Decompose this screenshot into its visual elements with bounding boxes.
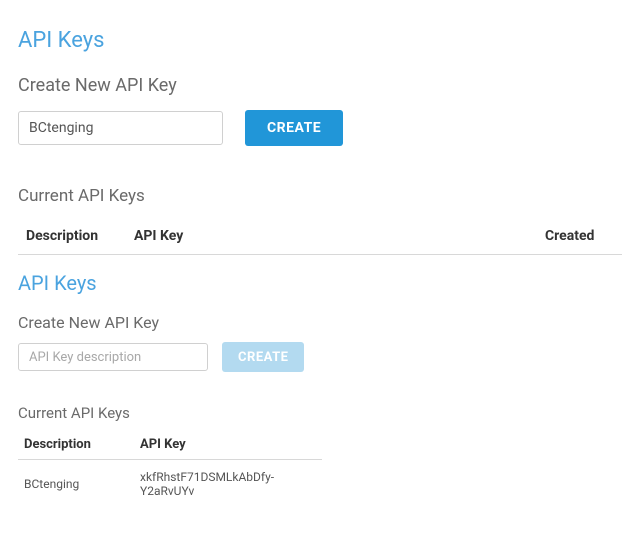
create-button[interactable]: CREATE: [222, 342, 304, 372]
create-api-key-form: CREATE: [18, 110, 622, 146]
col-description: Description: [18, 218, 126, 255]
api-keys-table: Description API Key BCtenging xkfRhstF71…: [18, 430, 322, 508]
col-description: Description: [18, 430, 134, 460]
api-keys-block-1: API Keys Create New API Key CREATE Curre…: [18, 28, 622, 255]
col-api-key: API Key: [134, 430, 322, 460]
create-api-key-label: Create New API Key: [18, 75, 622, 96]
create-button[interactable]: CREATE: [245, 110, 343, 146]
api-keys-table: Description API Key Created: [18, 218, 622, 255]
page-title: API Keys: [18, 271, 622, 295]
col-created: Created: [537, 218, 622, 255]
create-api-key-form: CREATE: [18, 342, 622, 372]
page-title: API Keys: [18, 28, 622, 53]
api-key-description-input[interactable]: [18, 111, 223, 145]
api-keys-block-2: API Keys Create New API Key CREATE Curre…: [18, 271, 622, 508]
table-row: BCtenging xkfRhstF71DSMLkAbDfy-Y2aRvUYv: [18, 460, 322, 509]
create-api-key-label: Create New API Key: [18, 313, 622, 332]
current-keys-label: Current API Keys: [18, 186, 622, 206]
col-api-key: API Key: [126, 218, 537, 255]
cell-api-key: xkfRhstF71DSMLkAbDfy-Y2aRvUYv: [134, 460, 322, 509]
cell-description: BCtenging: [18, 460, 134, 509]
current-keys-label: Current API Keys: [18, 404, 622, 422]
api-key-description-input[interactable]: [18, 343, 208, 371]
